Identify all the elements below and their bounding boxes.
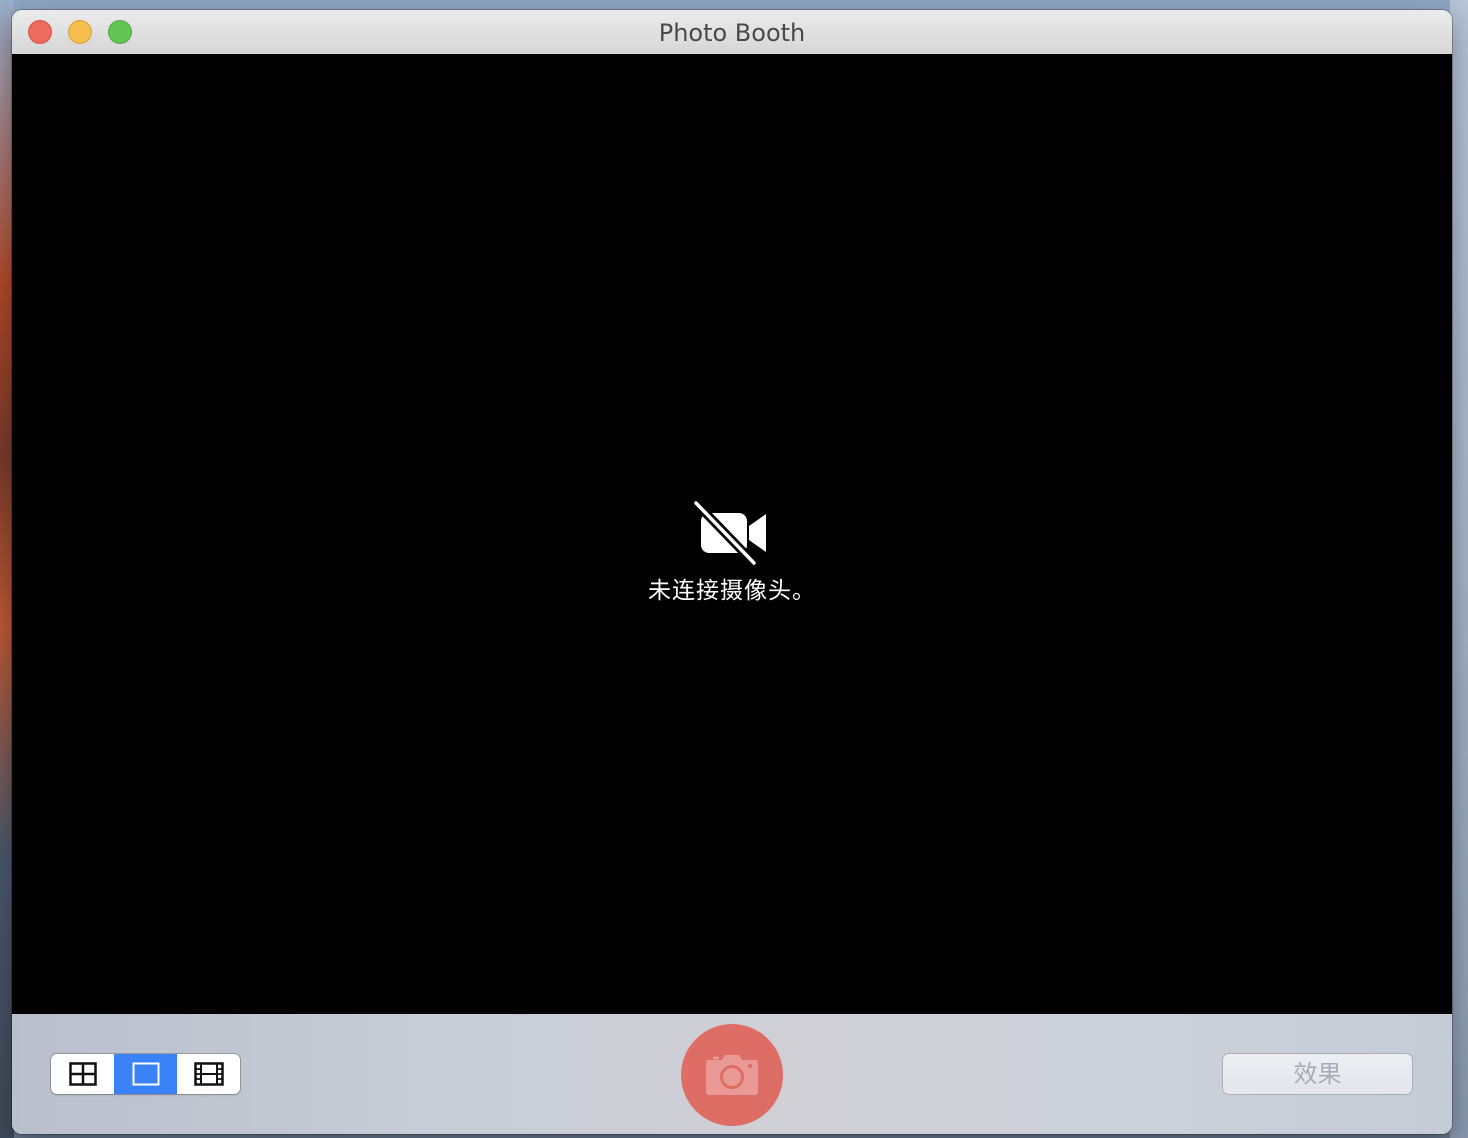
single-photo-mode-button[interactable] — [114, 1054, 177, 1094]
video-camera-slash-icon — [692, 499, 766, 565]
film-strip-icon — [193, 1062, 224, 1086]
no-camera-message: 未连接摄像头。 — [12, 499, 1452, 605]
four-up-mode-button[interactable] — [51, 1054, 114, 1094]
single-photo-icon — [132, 1062, 159, 1086]
bottom-toolbar: 效果 — [12, 1014, 1452, 1134]
view-mode-selector — [51, 1054, 240, 1094]
window-title: Photo Booth — [658, 19, 806, 47]
effects-button[interactable]: 效果 — [1223, 1054, 1412, 1094]
four-up-grid-icon — [68, 1062, 97, 1086]
title-bar[interactable]: Photo Booth — [12, 10, 1452, 55]
camera-preview: 未连接摄像头。 — [12, 54, 1452, 1014]
take-photo-button[interactable] — [681, 1024, 783, 1126]
video-mode-button[interactable] — [177, 1054, 240, 1094]
camera-icon — [706, 1055, 758, 1095]
no-camera-text: 未连接摄像头。 — [648, 578, 816, 604]
photo-booth-window: Photo Booth 未连接摄像头。 效果 — [12, 10, 1452, 1134]
desktop-wallpaper-right — [1450, 0, 1468, 1138]
